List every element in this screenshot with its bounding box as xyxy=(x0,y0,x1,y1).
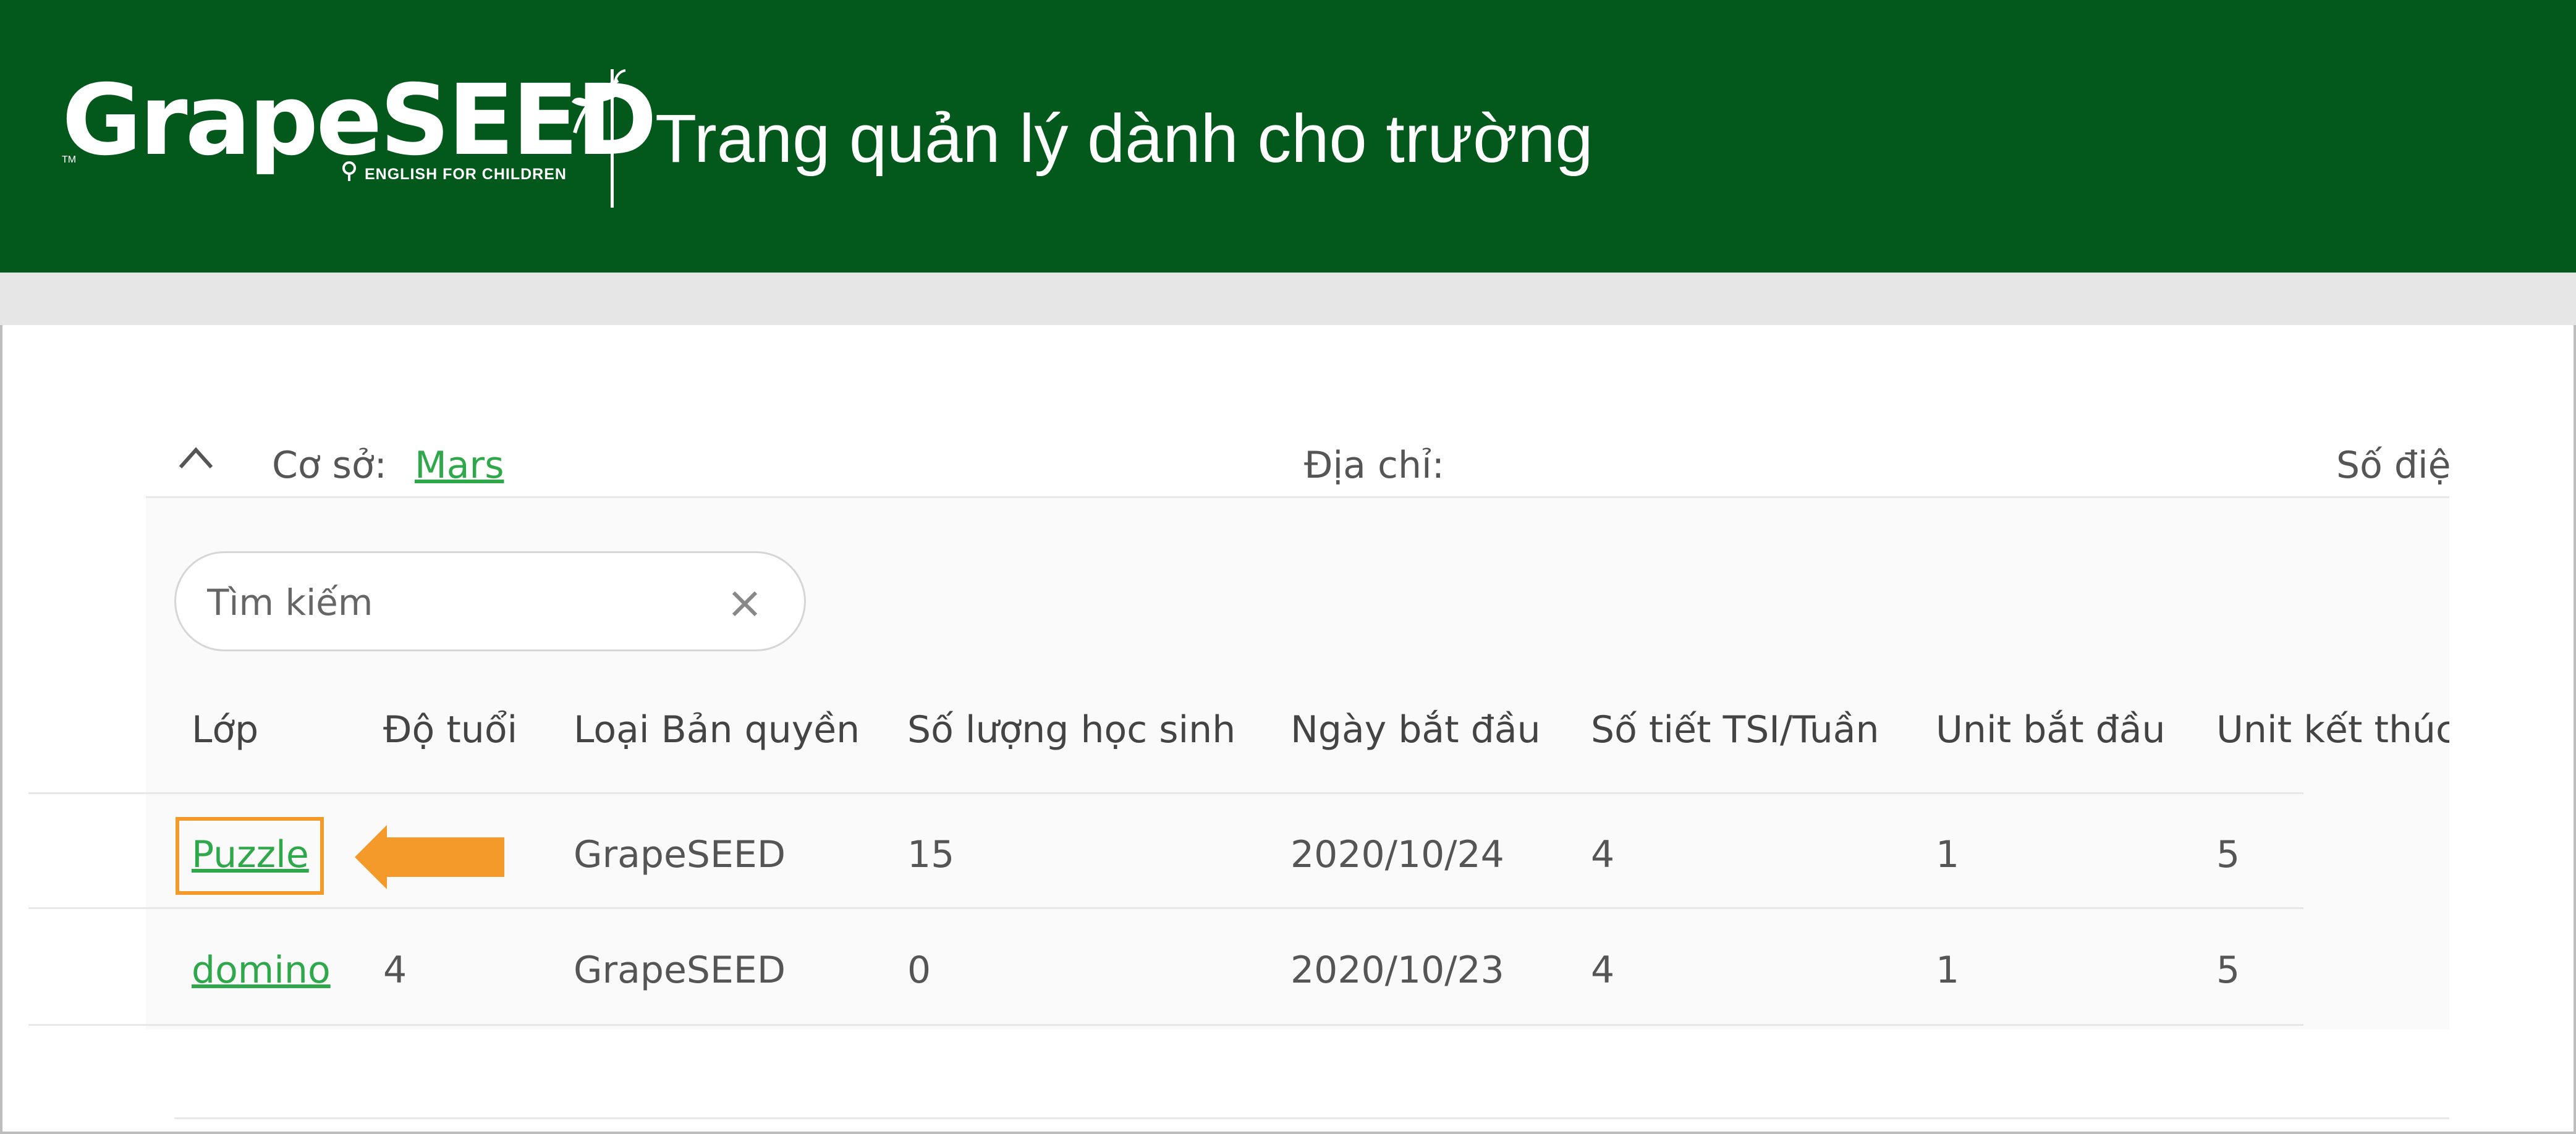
table-cell-start-unit: 1 xyxy=(1936,949,1960,992)
header-divider xyxy=(611,69,614,208)
phone-label: Số điệ xyxy=(2336,444,2449,487)
logo-sprout-icon xyxy=(342,161,356,181)
table-cell-license-type: GrapeSEED xyxy=(574,949,786,992)
highlight-box xyxy=(176,817,324,895)
search-input[interactable] xyxy=(207,578,701,627)
close-icon[interactable] xyxy=(726,585,763,622)
table-cell-age: 4 xyxy=(383,949,407,992)
table-header-border xyxy=(28,792,2303,794)
campus-info-row: Cơ sở: Mars Địa chỉ: Số điệ xyxy=(146,418,2449,498)
campus-label: Cơ sở: xyxy=(272,444,387,487)
logo-tagline: ENGLISH FOR CHILDREN xyxy=(365,166,567,183)
header-divider-line xyxy=(174,1117,2449,1119)
header-separator-band xyxy=(0,273,2576,325)
chevron-up-icon[interactable] xyxy=(174,436,218,480)
column-header-start-unit[interactable]: Unit bắt đầu xyxy=(1936,708,2166,751)
page-title: Trang quản lý dành cho trường xyxy=(655,101,1593,177)
row-divider xyxy=(28,907,2303,909)
column-header-student-count[interactable]: Số lượng học sinh xyxy=(907,708,1235,751)
column-header-class[interactable]: Lớp xyxy=(192,708,258,751)
campus-name-link[interactable]: Mars xyxy=(415,444,504,487)
search-box xyxy=(174,551,806,651)
table-cell-start-unit: 1 xyxy=(1936,833,1960,876)
campus-panel: Cơ sở: Mars Địa chỉ: Số điệ Lớp Độ tuổi … xyxy=(146,325,2449,1119)
column-header-end-unit[interactable]: Unit kết thúc xyxy=(2216,708,2449,751)
table-bottom-border xyxy=(28,1024,2303,1026)
logo-wordmark: GrapeSEED xyxy=(62,64,657,177)
table-cell-start-date: 2020/10/24 xyxy=(1290,833,1504,876)
column-header-age[interactable]: Độ tuổi xyxy=(383,708,517,751)
app-header: GrapeSEED TM ENGLISH FOR CHILDREN Trang … xyxy=(0,0,2576,273)
table-cell-tsi-per-week: 4 xyxy=(1591,833,1615,876)
table-cell-end-unit: 5 xyxy=(2216,949,2240,992)
table-cell-tsi-per-week: 4 xyxy=(1591,949,1615,992)
logo-leaf-icon xyxy=(572,69,627,133)
column-header-tsi-per-week[interactable]: Số tiết TSI/Tuần xyxy=(1591,708,1879,751)
column-header-license-type[interactable]: Loại Bản quyền xyxy=(574,708,860,751)
grapeseed-logo: GrapeSEED TM ENGLISH FOR CHILDREN xyxy=(62,68,657,192)
table-cell-end-unit: 5 xyxy=(2216,833,2240,876)
arrow-left-icon xyxy=(355,825,504,889)
table-cell-start-date: 2020/10/23 xyxy=(1290,949,1504,992)
logo-trademark: TM xyxy=(62,154,77,165)
class-link-domino[interactable]: domino xyxy=(192,949,331,992)
table-cell-license-type: GrapeSEED xyxy=(574,833,786,876)
column-header-start-date[interactable]: Ngày bắt đầu xyxy=(1290,708,1541,751)
table-cell-student-count: 15 xyxy=(907,833,955,876)
table-cell-student-count: 0 xyxy=(907,949,931,992)
address-label: Địa chỉ: xyxy=(1304,444,1444,487)
